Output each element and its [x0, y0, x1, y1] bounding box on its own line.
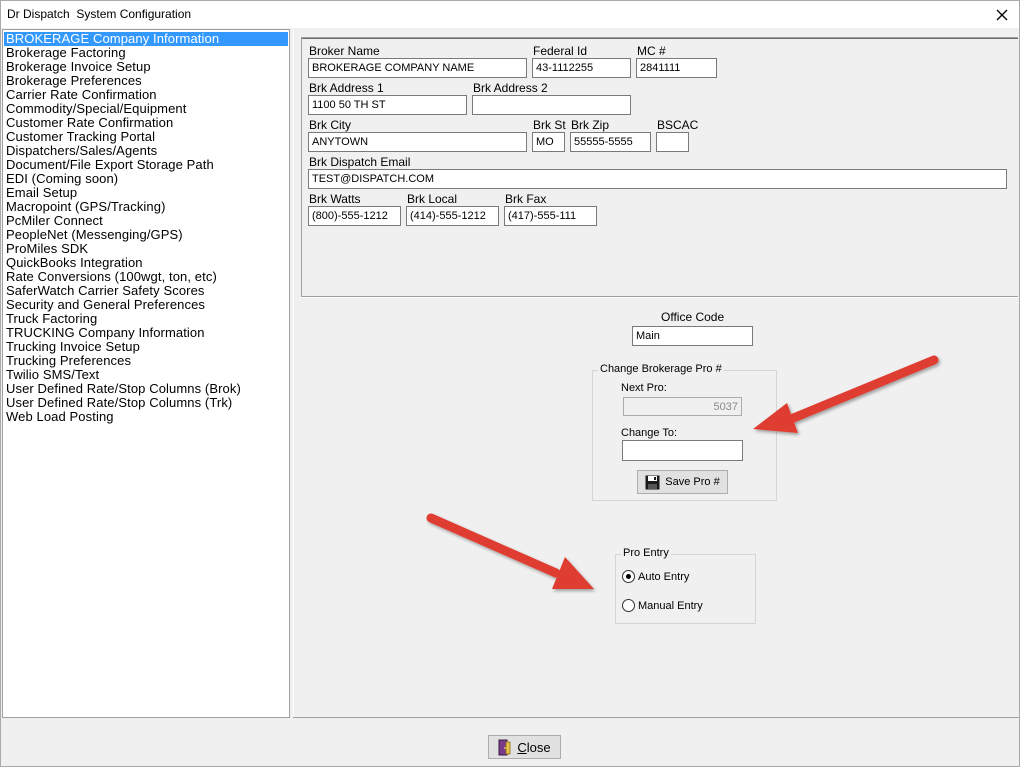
address1-field[interactable]: 1100 50 TH ST: [308, 95, 467, 115]
dispatch-email-field[interactable]: TEST@DISPATCH.COM: [308, 169, 1007, 189]
watts-label: Brk Watts: [309, 192, 361, 206]
office-code-field[interactable]: Main: [632, 326, 753, 346]
save-pro-label: Save Pro #: [665, 476, 720, 488]
radio-circle: [622, 599, 635, 612]
sidebar-item[interactable]: Email Setup: [4, 186, 77, 200]
manual-entry-label: Manual Entry: [638, 599, 703, 612]
sidebar-item[interactable]: Rate Conversions (100wgt, ton, etc): [4, 270, 217, 284]
mc-number-label: MC #: [637, 44, 666, 58]
sidebar-item[interactable]: SaferWatch Carrier Safety Scores: [4, 284, 205, 298]
address2-label: Brk Address 2: [473, 81, 548, 95]
federal-id-label: Federal Id: [533, 44, 588, 58]
fax-label: Brk Fax: [505, 192, 547, 206]
broker-name-label: Broker Name: [309, 44, 380, 58]
sidebar-item[interactable]: QuickBooks Integration: [4, 256, 143, 270]
sidebar-item[interactable]: Brokerage Factoring: [4, 46, 126, 60]
sidebar-item[interactable]: Document/File Export Storage Path: [4, 158, 214, 172]
sidebar-item[interactable]: BROKERAGE Company Information: [4, 32, 288, 46]
next-pro-label: Next Pro:: [621, 382, 667, 394]
sidebar-item[interactable]: Brokerage Preferences: [4, 74, 142, 88]
zip-label: Brk Zip: [571, 118, 610, 132]
change-pro-legend: Change Brokerage Pro #: [598, 363, 724, 375]
sidebar-item[interactable]: Dispatchers/Sales/Agents: [4, 144, 157, 158]
pro-entry-group: Pro Entry: [615, 547, 756, 624]
pro-entry-legend: Pro Entry: [621, 547, 671, 559]
fax-field[interactable]: (417)-555-111: [504, 206, 597, 226]
state-label: Brk St: [533, 118, 566, 132]
save-pro-button[interactable]: Save Pro #: [637, 470, 728, 494]
system-configuration-window: Dr Dispatch System Configuration BROKERA…: [0, 0, 1020, 767]
state-field[interactable]: MO: [532, 132, 565, 152]
window-close-button[interactable]: [985, 1, 1019, 28]
close-icon: [996, 9, 1008, 20]
sidebar-item[interactable]: Truck Factoring: [4, 312, 97, 326]
close-button[interactable]: Close: [488, 735, 561, 759]
sidebar-item[interactable]: Macropoint (GPS/Tracking): [4, 200, 166, 214]
bscac-field[interactable]: [656, 132, 689, 152]
radio-circle: [622, 570, 635, 583]
config-category-list[interactable]: BROKERAGE Company Information Brokerage F…: [2, 29, 290, 718]
sidebar-item[interactable]: ProMiles SDK: [4, 242, 88, 256]
sidebar-item[interactable]: Security and General Preferences: [4, 298, 205, 312]
close-label: Close: [517, 739, 551, 755]
sidebar-item[interactable]: Twilio SMS/Text: [4, 368, 99, 382]
local-label: Brk Local: [407, 192, 458, 206]
next-pro-field: 5037: [623, 397, 742, 416]
local-field[interactable]: (414)-555-1212: [406, 206, 499, 226]
sidebar-item[interactable]: Brokerage Invoice Setup: [4, 60, 151, 74]
sidebar-item[interactable]: Trucking Invoice Setup: [4, 340, 140, 354]
manual-entry-radio[interactable]: Manual Entry: [622, 599, 703, 612]
sidebar-item[interactable]: TRUCKING Company Information: [4, 326, 205, 340]
address2-field[interactable]: [472, 95, 631, 115]
office-code-label: Office Code: [661, 310, 725, 324]
sidebar-item[interactable]: Customer Tracking Portal: [4, 130, 155, 144]
change-to-field[interactable]: [622, 440, 743, 461]
sidebar-item[interactable]: Trucking Preferences: [4, 354, 131, 368]
sidebar-item[interactable]: Customer Rate Confirmation: [4, 116, 173, 130]
mc-number-field[interactable]: 2841111: [636, 58, 717, 78]
panel-divider: [301, 297, 1019, 298]
dispatch-email-label: Brk Dispatch Email: [309, 155, 411, 169]
address1-label: Brk Address 1: [309, 81, 384, 95]
watts-field[interactable]: (800)-555-1212: [308, 206, 401, 226]
title-bar: Dr Dispatch System Configuration: [1, 1, 1019, 28]
federal-id-field[interactable]: 43-1112255: [532, 58, 631, 78]
panel-shadow: [302, 38, 1018, 39]
sidebar-item[interactable]: Commodity/Special/Equipment: [4, 102, 186, 116]
auto-entry-label: Auto Entry: [638, 570, 690, 583]
sidebar-item[interactable]: Carrier Rate Confirmation: [4, 88, 157, 102]
zip-field[interactable]: 55555-5555: [570, 132, 651, 152]
footer-divider: [293, 717, 1019, 718]
auto-entry-radio[interactable]: Auto Entry: [622, 570, 689, 583]
floppy-disk-icon: [645, 475, 660, 490]
bscac-label: BSCAC: [657, 118, 699, 132]
window-title: Dr Dispatch System Configuration: [7, 7, 192, 21]
sidebar-item[interactable]: EDI (Coming soon): [4, 172, 118, 186]
sidebar-item[interactable]: PcMiler Connect: [4, 214, 103, 228]
sidebar-item[interactable]: User Defined Rate/Stop Columns (Trk): [4, 396, 232, 410]
door-exit-icon: [498, 739, 512, 756]
city-field[interactable]: ANYTOWN: [308, 132, 527, 152]
change-to-label: Change To:: [621, 427, 678, 439]
broker-name-field[interactable]: BROKERAGE COMPANY NAME: [308, 58, 527, 78]
city-label: Brk City: [309, 118, 351, 132]
sidebar-item[interactable]: Web Load Posting: [4, 410, 114, 424]
sidebar-item[interactable]: PeopleNet (Messenging/GPS): [4, 228, 183, 242]
sidebar-item[interactable]: User Defined Rate/Stop Columns (Brok): [4, 382, 241, 396]
